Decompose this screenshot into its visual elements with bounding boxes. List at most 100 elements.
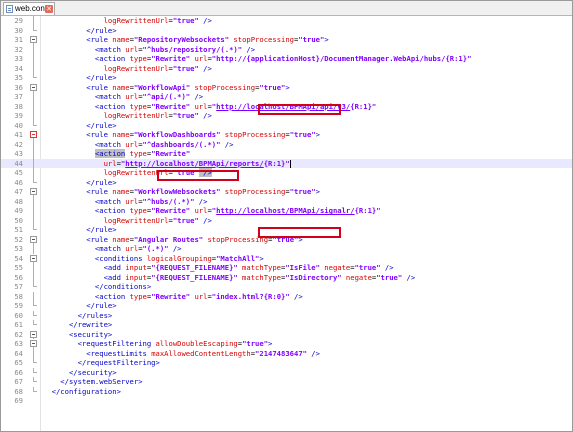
code-line[interactable]: 62 <security> bbox=[1, 330, 572, 340]
code-line[interactable]: 55 <add input="{REQUEST_FILENAME}" match… bbox=[1, 263, 572, 273]
code-token: type bbox=[125, 149, 147, 158]
code-line[interactable]: 47 <rule name="WorkflowWebsockets" stopP… bbox=[1, 187, 572, 197]
code-line[interactable]: 66 </security> bbox=[1, 367, 572, 378]
fold-toggle-icon[interactable] bbox=[29, 187, 38, 197]
code-text: <requestLimits maxAllowedContentLength="… bbox=[43, 349, 320, 359]
fold-toggle-icon[interactable] bbox=[29, 35, 38, 45]
code-line[interactable]: 34 logRewrittenUrl="true" /> bbox=[1, 63, 572, 73]
line-number: 48 bbox=[14, 196, 23, 206]
fold-toggle-icon[interactable] bbox=[29, 330, 38, 339]
code-line[interactable]: 33 <action type="Rewrite" url="http://{a… bbox=[1, 54, 572, 64]
code-line[interactable]: 68 </configuration> bbox=[1, 386, 572, 397]
code-token: <match bbox=[43, 244, 126, 253]
code-text: </rules> bbox=[43, 311, 113, 321]
fold-toggle-icon[interactable] bbox=[29, 235, 38, 244]
line-number: 40 bbox=[14, 120, 23, 130]
code-line[interactable]: 56 <add input="{REQUEST_FILENAME}" match… bbox=[1, 272, 572, 282]
code-line[interactable]: 49 <action type="Rewrite" url="http://lo… bbox=[1, 206, 572, 216]
close-icon[interactable]: ✕ bbox=[45, 5, 53, 13]
code-token: <match bbox=[43, 139, 126, 149]
code-line[interactable]: 67 </system.webServer> bbox=[1, 377, 572, 387]
text-caret bbox=[289, 159, 291, 168]
code-token: /> bbox=[194, 196, 208, 206]
code-token: http://localhost/BPMApi/reports/ bbox=[125, 158, 264, 168]
code-line[interactable]: 32 <match url="^hubs/repository/(.*)" /> bbox=[1, 44, 572, 54]
code-token: url bbox=[125, 196, 139, 206]
code-line[interactable]: 60 </rules> bbox=[1, 310, 572, 321]
code-line[interactable]: 69 bbox=[1, 396, 572, 406]
fold-guide bbox=[29, 282, 38, 292]
code-token: > bbox=[315, 130, 320, 139]
code-line[interactable]: 58 <action type="Rewrite" url="index.htm… bbox=[1, 291, 572, 301]
code-token: name bbox=[112, 82, 130, 92]
code-token: /> bbox=[198, 16, 212, 25]
code-text: logRewrittenUrl="true" /> bbox=[43, 16, 212, 26]
code-text: <security> bbox=[43, 330, 112, 340]
fold-guide bbox=[29, 320, 38, 330]
code-line[interactable]: 36 <rule name="WorkflowApi" stopProcessi… bbox=[1, 82, 572, 93]
code-token: "Rewrite" bbox=[151, 206, 191, 215]
code-line[interactable]: 45 logRewrittenUrl="true" /> bbox=[1, 168, 572, 178]
fold-toggle-icon[interactable] bbox=[29, 339, 38, 349]
code-line[interactable]: 41 <rule name="WorkflowDashboards" stopP… bbox=[1, 130, 572, 140]
code-token: maxAllowedContentLength bbox=[151, 348, 251, 358]
code-line[interactable]: 31 <rule name="RepositoryWebsockets" sto… bbox=[1, 35, 572, 45]
code-line[interactable]: 53 <match url="(.*)" /> bbox=[1, 244, 572, 254]
code-token: > bbox=[259, 253, 264, 263]
code-line[interactable]: 48 <match url="^hubs/(.*)" /> bbox=[1, 196, 572, 206]
code-text: </rule> bbox=[43, 177, 117, 188]
code-token: <conditions bbox=[43, 253, 147, 263]
code-line[interactable]: 40 </rule> bbox=[1, 120, 572, 131]
line-number: 42 bbox=[14, 139, 23, 149]
code-editor[interactable]: 29 logRewrittenUrl="true" /> 30 </rule> 31… bbox=[1, 16, 572, 431]
code-token: "Rewrite" bbox=[151, 54, 191, 63]
code-line[interactable]: 42 <match url="^dashboards/(.*)" /> bbox=[1, 139, 572, 149]
line-number: 33 bbox=[14, 54, 23, 63]
code-line[interactable]: 35 </rule> bbox=[1, 73, 572, 83]
fold-guide bbox=[29, 139, 38, 149]
code-text: <action type="Rewrite" bbox=[43, 149, 190, 159]
code-token: logicalGrouping bbox=[146, 253, 212, 263]
line-number: 44 bbox=[14, 158, 23, 168]
code-line[interactable]: 29 logRewrittenUrl="true" /> bbox=[1, 16, 572, 26]
code-line[interactable]: 44 url="http://localhost/BPMApi/reports/… bbox=[1, 158, 572, 168]
code-token: url bbox=[190, 206, 208, 215]
code-text: <rule name="WorkflowDashboards" stopProc… bbox=[43, 130, 320, 140]
code-line[interactable]: 57 </conditions> bbox=[1, 282, 572, 292]
code-text: <rule name="WorkflowApi" stopProcessing=… bbox=[43, 82, 289, 93]
code-token: "WorkflowWebsockets" bbox=[133, 187, 221, 196]
fold-toggle-icon[interactable] bbox=[29, 83, 38, 92]
code-line[interactable]: 37 <match url="^api/(.*)" /> bbox=[1, 92, 572, 102]
fold-toggle-icon[interactable] bbox=[29, 130, 38, 140]
code-line[interactable]: 65 </requestFiltering> bbox=[1, 358, 572, 368]
code-line[interactable]: 43 <action type="Rewrite" bbox=[1, 149, 572, 159]
fold-guide bbox=[29, 310, 38, 321]
code-token: "true" bbox=[172, 111, 199, 120]
code-token: name bbox=[112, 35, 130, 44]
code-line[interactable]: 50 logRewrittenUrl="true" /> bbox=[1, 215, 572, 225]
code-line[interactable]: 61 </rewrite> bbox=[1, 320, 572, 330]
line-number: 56 bbox=[14, 272, 23, 282]
code-line[interactable]: 46 </rule> bbox=[1, 177, 572, 188]
code-token: <rule bbox=[43, 130, 113, 139]
code-token: <add bbox=[43, 263, 126, 272]
fold-guide bbox=[29, 111, 38, 121]
code-token: "IsDirectory" bbox=[285, 272, 342, 282]
code-token: "{REQUEST_FILENAME}" bbox=[151, 263, 238, 272]
fold-toggle-icon[interactable] bbox=[29, 254, 38, 263]
code-line[interactable]: 59 </rule> bbox=[1, 301, 572, 311]
code-token: </rule> bbox=[43, 177, 117, 187]
code-line[interactable]: 63 <requestFiltering allowDoubleEscaping… bbox=[1, 339, 572, 349]
line-number: 41 bbox=[14, 130, 23, 139]
code-line[interactable]: 64 <requestLimits maxAllowedContentLengt… bbox=[1, 348, 572, 359]
line-number: 53 bbox=[14, 244, 23, 253]
code-line[interactable]: 30 </rule> bbox=[1, 25, 572, 36]
code-line[interactable]: 54 <conditions logicalGrouping="MatchAll… bbox=[1, 253, 572, 263]
code-token: "index.html?{R:0}" bbox=[211, 291, 290, 301]
code-token: "^api/(.*)" bbox=[142, 92, 191, 101]
code-token: </requestFiltering> bbox=[43, 358, 160, 367]
tab-web-config[interactable]: web.config ✕ bbox=[3, 2, 55, 15]
code-token: <requestFiltering bbox=[43, 339, 156, 348]
